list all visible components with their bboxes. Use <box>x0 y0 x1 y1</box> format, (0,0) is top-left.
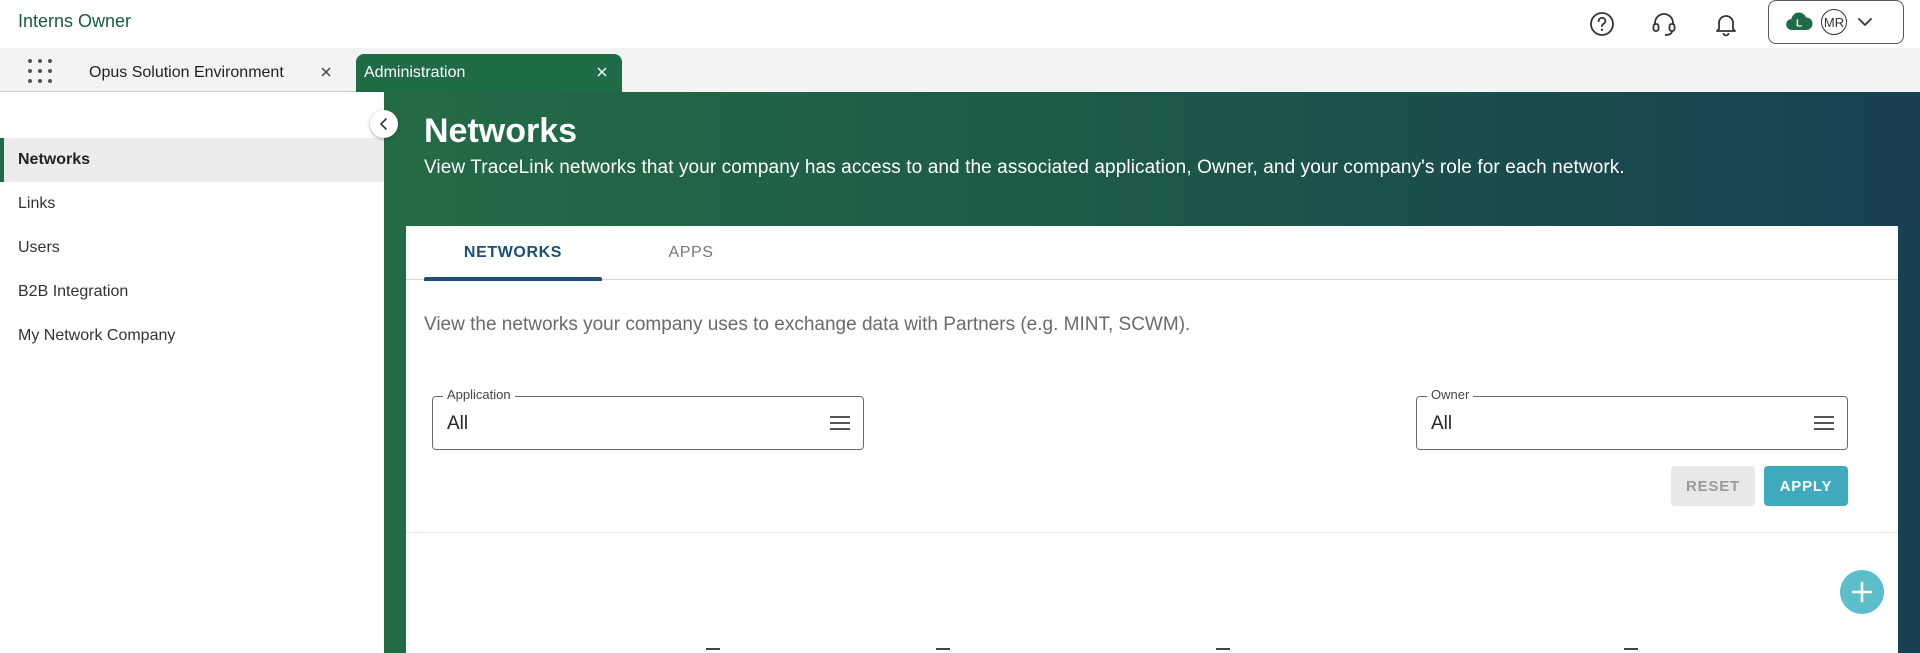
application-filter-value: All <box>447 413 469 434</box>
page-description: View TraceLink networks that your compan… <box>424 157 1625 178</box>
help-icon[interactable] <box>1584 6 1620 42</box>
chevron-down-icon <box>1858 18 1872 26</box>
svg-text:L: L <box>1796 19 1802 30</box>
tab-opus-solution-environment[interactable]: Opus Solution Environment <box>70 54 346 92</box>
add-network-button[interactable] <box>1840 570 1884 614</box>
sidebar-item-users[interactable]: Users <box>0 226 384 270</box>
tab-administration[interactable]: Administration <box>356 54 622 92</box>
profile-menu[interactable]: L MR <box>1768 0 1904 44</box>
menu-lines-icon <box>830 416 850 430</box>
sidebar-item-label: Networks <box>18 151 91 168</box>
sidebar-item-label: My Network Company <box>18 327 176 344</box>
table-header-fragment <box>1216 648 1230 653</box>
application-filter-label: Application <box>443 387 515 402</box>
sidebar-item-label: Users <box>18 239 60 256</box>
cloud-icon: L <box>1786 12 1813 31</box>
sidebar-item-b2b-integration[interactable]: B2B Integration <box>0 270 384 314</box>
application-filter-select[interactable]: Application All <box>432 387 864 450</box>
card-tabs: NETWORKS APPS <box>406 226 1898 281</box>
support-headset-icon[interactable] <box>1646 6 1682 42</box>
sidebar-item-label: B2B Integration <box>18 283 129 300</box>
sidebar-item-label: Links <box>18 195 56 212</box>
sidebar-item-networks[interactable]: Networks <box>0 138 384 182</box>
owner-filter-value: All <box>1431 413 1453 434</box>
app-launcher-grid-icon[interactable] <box>26 57 54 85</box>
chevron-left-icon <box>380 118 387 130</box>
table-header-fragment <box>936 648 950 653</box>
avatar: MR <box>1821 9 1847 35</box>
card-divider <box>406 532 1898 533</box>
plus-icon <box>1851 581 1873 603</box>
close-icon[interactable] <box>594 64 610 80</box>
owner-filter-select[interactable]: Owner All <box>1416 387 1848 450</box>
close-icon[interactable] <box>318 64 334 80</box>
owner-filter-label: Owner <box>1427 387 1474 402</box>
menu-lines-icon <box>1814 416 1834 430</box>
tab-networks[interactable]: NETWORKS <box>424 226 602 281</box>
apply-button[interactable]: APPLY <box>1764 466 1848 506</box>
sidebar-item-links[interactable]: Links <box>0 182 384 226</box>
collapse-sidebar-button[interactable] <box>370 110 398 138</box>
reset-button[interactable]: RESET <box>1671 466 1755 506</box>
tab-label: Administration <box>364 64 466 81</box>
networks-card: NETWORKS APPS View the networks your com… <box>406 226 1898 653</box>
notification-bell-icon[interactable] <box>1708 6 1744 42</box>
table-header-fragment <box>706 648 720 653</box>
tab-apps[interactable]: APPS <box>602 226 780 280</box>
table-header-fragment <box>1624 648 1638 653</box>
tab-label: Opus Solution Environment <box>89 64 284 81</box>
sidebar-item-my-network-company[interactable]: My Network Company <box>0 314 384 358</box>
top-bar: Interns Owner L MR <box>0 0 1920 48</box>
page-title: Networks <box>424 112 578 150</box>
card-description: View the networks your company uses to e… <box>424 314 1191 335</box>
app-title: Interns Owner <box>18 11 132 31</box>
